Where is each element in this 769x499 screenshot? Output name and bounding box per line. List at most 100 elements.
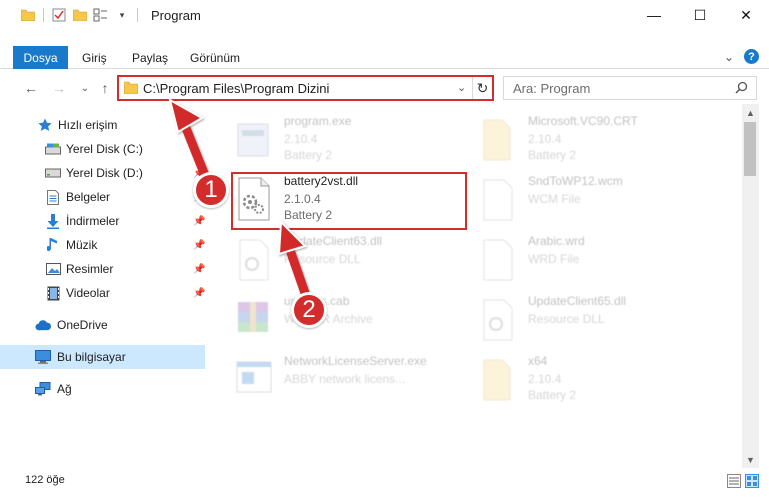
file-item[interactable]: UpdateClient63.dll Resource DLL <box>234 230 464 290</box>
view-options-icon[interactable] <box>93 7 109 23</box>
sidebar-item-network[interactable]: Ağ <box>0 377 205 401</box>
view-toggle <box>727 474 759 491</box>
vertical-scrollbar[interactable]: ▲ ▼ <box>742 104 759 468</box>
sidebar-item-label: Yerel Disk (C:) <box>66 142 143 156</box>
file-highlight-box <box>231 172 467 230</box>
help-icon[interactable]: ? <box>744 49 759 64</box>
sidebar-item-music[interactable]: Müzik 📌 <box>0 233 205 257</box>
scroll-up-icon[interactable]: ▲ <box>742 104 759 121</box>
file-name: NetworkLicenseServer.exe <box>284 354 427 368</box>
navigation-pane: Hızlı erişim Yerel Disk (C:) Yerel Disk … <box>0 108 207 463</box>
file-version: 2.10.4 <box>528 132 562 146</box>
step-1-callout: 1 <box>193 172 229 208</box>
computer-icon <box>35 349 51 365</box>
sidebar-item-label: Hızlı erişim <box>58 118 118 132</box>
sidebar-item-label: İndirmeler <box>66 214 120 228</box>
network-icon <box>35 381 51 397</box>
large-icons-view-icon[interactable] <box>745 474 759 491</box>
tab-share[interactable]: Paylaş <box>132 46 168 69</box>
pin-icon[interactable]: 📌 <box>193 240 205 251</box>
file-item[interactable]: updates.cab WinRAR Archive <box>234 290 464 350</box>
dll-file-icon <box>234 236 274 282</box>
file-type: WRD File <box>528 252 580 266</box>
ribbon: Dosya Giriş Paylaş Görünüm ⌄ ? <box>0 46 769 69</box>
tab-view[interactable]: Görünüm <box>190 46 240 69</box>
file-item[interactable]: x64 2.10.4 Battery 2 <box>478 350 708 410</box>
separator <box>137 8 138 22</box>
sidebar-item-documents[interactable]: Belgeler 📌 <box>0 185 205 209</box>
file-version: 2.10.4 <box>528 372 562 386</box>
sidebar-item-label: OneDrive <box>57 318 108 332</box>
file-name: Microsoft.VC90.CRT <box>528 114 638 128</box>
sidebar-item-label: Videolar <box>66 286 110 300</box>
scroll-down-icon[interactable]: ▼ <box>742 451 759 468</box>
status-bar: 122 öğe <box>0 468 769 499</box>
pin-icon[interactable]: 📌 <box>193 216 205 227</box>
sidebar-item-downloads[interactable]: İndirmeler 📌 <box>0 209 205 233</box>
file-type: ABBY network licens... <box>284 372 406 386</box>
recent-locations-button[interactable]: ⌄ <box>76 79 94 97</box>
file-type: Resource DLL <box>528 312 605 326</box>
drive-icon <box>45 165 61 181</box>
address-highlight-box <box>117 75 494 101</box>
forward-button[interactable]: → <box>50 79 68 97</box>
sidebar-item-local-disk-d[interactable]: Yerel Disk (D:) 📌 <box>0 161 205 185</box>
documents-icon <box>45 189 61 205</box>
file-name: SndToWP12.wcm <box>528 174 623 188</box>
generic-file-icon <box>478 176 518 222</box>
file-description: Battery 2 <box>528 388 577 402</box>
sidebar-item-pictures[interactable]: Resimler 📌 <box>0 257 205 281</box>
separator <box>43 8 44 22</box>
file-type: Resource DLL <box>284 252 361 266</box>
pin-icon[interactable]: 📌 <box>193 288 205 299</box>
archive-file-icon <box>234 296 274 342</box>
sidebar-item-onedrive[interactable]: OneDrive <box>0 313 205 337</box>
file-item[interactable]: NetworkLicenseServer.exe ABBY network li… <box>234 350 464 410</box>
sidebar-item-label: Ağ <box>57 382 72 396</box>
file-name: Arabic.wrd <box>528 234 585 248</box>
tab-file[interactable]: Dosya <box>13 46 68 69</box>
dll-file-icon <box>478 296 518 342</box>
close-button[interactable]: ✕ <box>723 0 769 30</box>
window-title: Program <box>151 8 201 23</box>
up-button[interactable]: ↑ <box>96 79 114 97</box>
sidebar-item-label: Bu bilgisayar <box>57 350 126 364</box>
file-item[interactable]: Arabic.wrd WRD File <box>478 230 708 290</box>
sidebar-item-this-pc[interactable]: Bu bilgisayar <box>0 345 205 369</box>
file-name: UpdateClient63.dll <box>284 234 383 248</box>
sidebar-item-videos[interactable]: Videolar 📌 <box>0 281 205 305</box>
details-view-icon[interactable] <box>727 474 741 491</box>
expand-ribbon-icon[interactable]: ⌄ <box>724 50 734 64</box>
file-name: x64 <box>528 354 548 368</box>
folder-icon <box>20 7 36 23</box>
file-item[interactable]: program.exe 2.10.4 Battery 2 <box>234 110 464 170</box>
scroll-thumb[interactable] <box>744 122 756 176</box>
exe-file-icon <box>234 116 274 162</box>
sidebar-item-quick-access[interactable]: Hızlı erişim <box>0 113 205 137</box>
minimize-button[interactable]: — <box>631 0 677 30</box>
file-item[interactable]: Microsoft.VC90.CRT 2.10.4 Battery 2 <box>478 110 708 170</box>
window-controls: — ☐ ✕ <box>631 0 769 30</box>
file-type: WCM File <box>528 192 581 206</box>
search-placeholder: Ara: Program <box>513 81 591 96</box>
star-icon <box>37 117 53 133</box>
item-count: 122 öğe <box>25 474 65 486</box>
properties-icon[interactable] <box>51 7 67 23</box>
customize-toolbar-icon[interactable]: ▾ <box>114 7 130 23</box>
search-box[interactable]: Ara: Program <box>503 76 757 100</box>
ribbon-right-controls: ⌄ ? <box>724 49 759 64</box>
tab-home[interactable]: Giriş <box>82 46 107 69</box>
sidebar-item-label: Resimler <box>66 262 114 276</box>
file-name: UpdateClient65.dll <box>528 294 627 308</box>
file-description: Battery 2 <box>528 148 577 162</box>
sidebar-item-local-disk-c[interactable]: Yerel Disk (C:) <box>0 137 205 161</box>
videos-icon <box>45 285 61 301</box>
pin-icon[interactable]: 📌 <box>193 264 205 275</box>
title-bar: ▾ Program — ☐ ✕ <box>0 0 769 30</box>
file-item[interactable]: SndToWP12.wcm WCM File <box>478 170 708 230</box>
maximize-button[interactable]: ☐ <box>677 0 723 30</box>
back-button[interactable]: ← <box>22 79 40 97</box>
file-item[interactable]: UpdateClient65.dll Resource DLL <box>478 290 708 350</box>
step-2-callout: 2 <box>291 292 327 328</box>
new-folder-icon[interactable] <box>72 7 88 23</box>
